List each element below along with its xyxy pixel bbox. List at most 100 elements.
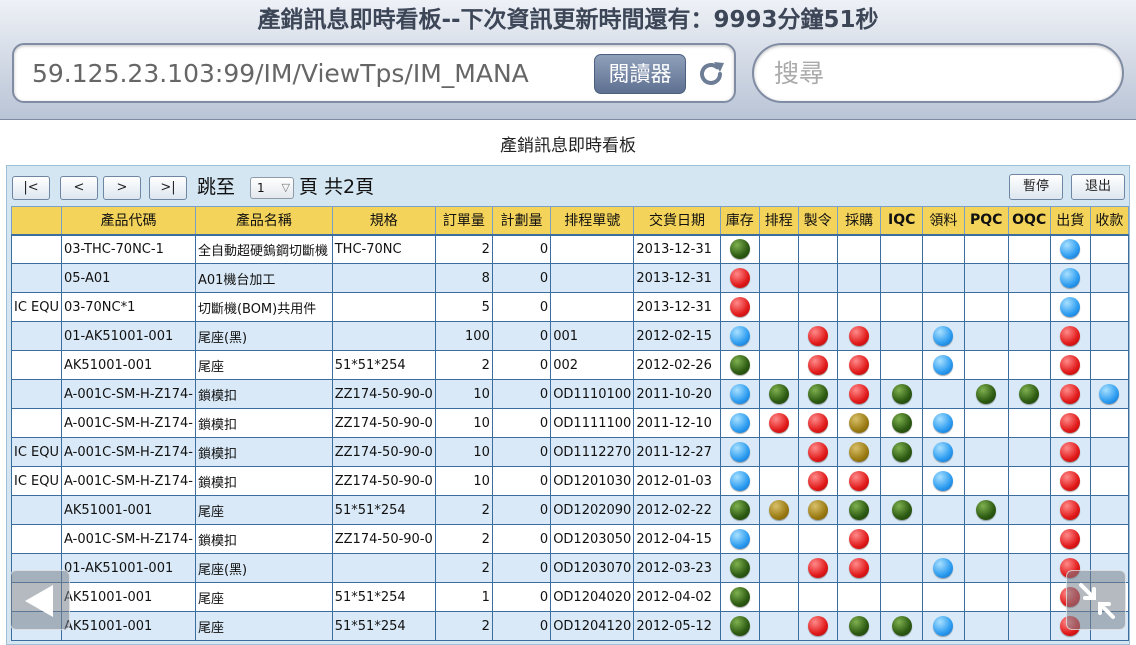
status-cell bbox=[836, 379, 882, 409]
column-header: 計劃量 bbox=[491, 206, 552, 236]
status-dot-icon bbox=[933, 355, 954, 375]
status-cell bbox=[758, 292, 799, 322]
status-cell bbox=[1089, 292, 1130, 322]
status-cell bbox=[758, 379, 799, 409]
exit-fullscreen-button[interactable] bbox=[1066, 570, 1126, 630]
table-row[interactable]: 01-AK51001-001 尾座(黑) 2 0 OD1203070 2012-03-23 bbox=[10, 553, 1130, 583]
status-cell bbox=[880, 524, 923, 554]
status-dot-icon bbox=[849, 442, 870, 462]
table-row[interactable]: A-001C-SM-H-Z174- 鎖模扣 ZZ174-50-90-0 10 0 OD11… bbox=[10, 379, 1130, 409]
back-button[interactable] bbox=[10, 570, 70, 630]
status-cell bbox=[1049, 466, 1091, 496]
status-cell bbox=[1089, 437, 1130, 467]
table-row[interactable]: AK51001-001 尾座 51*51*254 1 0 OD1204020 2012-04… bbox=[10, 582, 1130, 612]
address-bar[interactable]: 59.125.23.103:99/IM/ViewTps/IM_MANA 閱讀器 bbox=[12, 43, 736, 103]
status-cell bbox=[921, 263, 965, 293]
status-dot-icon bbox=[1060, 471, 1081, 491]
cell-spec: 51*51*254 bbox=[331, 582, 436, 612]
cell-code: A-001C-SM-H-Z174- bbox=[61, 466, 196, 496]
table-row[interactable]: A-001C-SM-H-Z174- 鎖模扣 ZZ174-50-90-0 10 0 OD11… bbox=[10, 408, 1130, 438]
reload-icon[interactable] bbox=[694, 57, 728, 91]
status-cell bbox=[880, 466, 923, 496]
status-cell bbox=[963, 495, 1009, 525]
page-select[interactable]: 1 ▽ bbox=[250, 177, 294, 199]
status-cell bbox=[921, 408, 965, 438]
status-cell bbox=[758, 437, 799, 467]
first-page-button[interactable]: |< bbox=[12, 176, 50, 200]
table-row[interactable]: IC EQU A-001C-SM-H-Z174- 鎖模扣 ZZ174-50-90-0 1… bbox=[10, 437, 1130, 467]
status-cell bbox=[1007, 466, 1051, 496]
cell-c0 bbox=[10, 234, 63, 264]
status-cell bbox=[1007, 263, 1051, 293]
cell-sched bbox=[550, 234, 635, 264]
status-dot-icon bbox=[729, 500, 750, 520]
cell-plan: 0 bbox=[491, 408, 552, 438]
table-row[interactable]: IC EQU 03-70NC*1 切斷機(BOM)共用件 5 0 2013-12-31 bbox=[10, 292, 1130, 322]
cell-plan: 0 bbox=[491, 292, 552, 322]
table-row[interactable]: AK51001-001 尾座 51*51*254 2 0 002 2012-02-26 bbox=[10, 350, 1130, 380]
status-cell bbox=[963, 524, 1009, 554]
cell-c0 bbox=[10, 263, 63, 293]
cell-c0 bbox=[10, 379, 63, 409]
cell-order: 2 bbox=[434, 524, 493, 554]
status-cell bbox=[1007, 321, 1051, 351]
status-cell bbox=[880, 292, 923, 322]
status-cell bbox=[1007, 408, 1051, 438]
status-dot-icon bbox=[933, 413, 954, 433]
cell-c0 bbox=[10, 524, 63, 554]
cell-sched: OD1203050 bbox=[550, 524, 635, 554]
page-title: 產銷訊息即時看板 bbox=[500, 136, 636, 156]
status-cell bbox=[758, 582, 799, 612]
status-cell bbox=[1049, 292, 1091, 322]
cell-plan: 0 bbox=[491, 321, 552, 351]
table-row[interactable]: 03-THC-70NC-1 全自動超硬鎢鋼切斷機 THC-70NC 2 0 2013-12… bbox=[10, 234, 1130, 264]
status-cell bbox=[921, 495, 965, 525]
cell-name: 鎖模扣 bbox=[194, 379, 333, 409]
status-cell bbox=[1089, 321, 1130, 351]
last-page-button[interactable]: >| bbox=[149, 176, 187, 200]
status-dot-icon bbox=[891, 500, 912, 520]
table-row[interactable]: AK51001-001 尾座 51*51*254 2 0 OD1204120 2012-05… bbox=[10, 611, 1130, 641]
status-cell bbox=[836, 466, 882, 496]
status-cell bbox=[921, 321, 965, 351]
cell-plan: 0 bbox=[491, 379, 552, 409]
status-dot-icon bbox=[768, 413, 789, 433]
cell-sched: 002 bbox=[550, 350, 635, 380]
table-row[interactable]: IC EQU A-001C-SM-H-Z174- 鎖模扣 ZZ174-50-90-0 1… bbox=[10, 466, 1130, 496]
status-dot-icon bbox=[729, 616, 750, 636]
status-cell bbox=[1049, 350, 1091, 380]
table-row[interactable]: 05-A01 A01機台加工 8 0 2013-12-31 bbox=[10, 263, 1130, 293]
status-cell bbox=[963, 611, 1009, 641]
status-cell bbox=[1089, 350, 1130, 380]
table-row[interactable]: A-001C-SM-H-Z174- 鎖模扣 ZZ174-50-90-0 2 0 OD120… bbox=[10, 524, 1130, 554]
reader-button[interactable]: 閱讀器 bbox=[594, 54, 686, 94]
status-cell bbox=[880, 553, 923, 583]
cell-order: 10 bbox=[434, 437, 493, 467]
url-text[interactable]: 59.125.23.103:99/IM/ViewTps/IM_MANA bbox=[32, 57, 592, 91]
status-dot-icon bbox=[729, 471, 750, 491]
cell-c0: IC EQU bbox=[10, 437, 63, 467]
status-cell bbox=[1049, 321, 1091, 351]
production-table: 產品代碼 產品名稱 規格 訂單量 計劃量 排程單號 交貨日期 庫存 排程 製令 採購 IQC 領料 PQC… bbox=[10, 206, 1130, 641]
status-cell bbox=[797, 495, 838, 525]
status-dot-icon bbox=[1060, 355, 1081, 375]
cell-code: AK51001-001 bbox=[61, 495, 196, 525]
status-cell bbox=[1007, 495, 1051, 525]
status-dot-icon bbox=[1060, 442, 1081, 462]
prev-page-button[interactable]: < bbox=[60, 176, 98, 200]
exit-button[interactable]: 退出 bbox=[1071, 174, 1125, 200]
search-field[interactable]: 搜尋 bbox=[752, 43, 1124, 103]
status-cell bbox=[1049, 234, 1091, 264]
status-dot-icon bbox=[1060, 326, 1081, 346]
pause-button[interactable]: 暫停 bbox=[1009, 174, 1063, 200]
cell-date: 2012-02-22 bbox=[633, 495, 721, 525]
status-dot-icon bbox=[729, 529, 750, 549]
table-row[interactable]: 01-AK51001-001 尾座(黑) 100 0 001 2012-02-15 bbox=[10, 321, 1130, 351]
cell-date: 2012-04-15 bbox=[633, 524, 721, 554]
next-page-button[interactable]: > bbox=[103, 176, 141, 200]
table-row[interactable]: AK51001-001 尾座 51*51*254 2 0 OD1202090 2012-02… bbox=[10, 495, 1130, 525]
cell-code: A-001C-SM-H-Z174- bbox=[61, 379, 196, 409]
status-dot-icon bbox=[1060, 384, 1081, 404]
status-cell bbox=[1049, 524, 1091, 554]
status-dot-icon bbox=[849, 616, 870, 636]
